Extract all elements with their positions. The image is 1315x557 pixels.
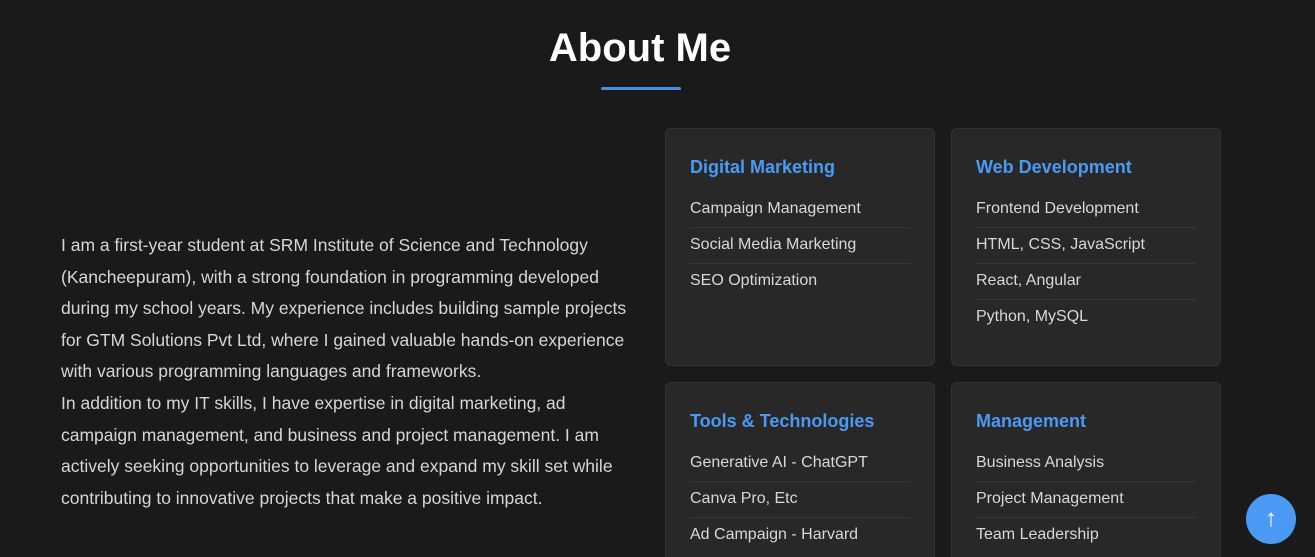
skill-list: Campaign Management Social Media Marketi… bbox=[690, 192, 910, 299]
skill-card-title: Digital Marketing bbox=[690, 157, 836, 177]
bio-paragraph: In addition to my IT skills, I have expe… bbox=[61, 392, 613, 508]
skill-item: Social Media Marketing bbox=[690, 228, 910, 264]
about-section: About Me I am a first-year student at SR… bbox=[0, 0, 1315, 557]
arrow-up-icon: ↑ bbox=[1265, 505, 1277, 532]
scroll-to-top-button[interactable]: ↑ bbox=[1246, 494, 1296, 544]
skill-item: Python, MySQL bbox=[976, 308, 1089, 325]
skill-item: Frontend Development bbox=[976, 192, 1196, 228]
skill-card-management: Management Business Analysis Project Man… bbox=[951, 382, 1221, 557]
skill-item: Campaign Management bbox=[690, 192, 910, 228]
skill-item: Generative AI - ChatGPT bbox=[690, 446, 910, 482]
skill-item: Business Analysis bbox=[976, 446, 1196, 482]
skill-item: React, Angular bbox=[976, 264, 1196, 300]
skill-card-title: Tools & Technologies bbox=[690, 411, 875, 431]
skill-item: Ad Campaign - Harvard bbox=[690, 526, 859, 543]
skill-list: Frontend Development HTML, CSS, JavaScri… bbox=[976, 192, 1196, 335]
bio-text: I am a first-year student at SRM Institu… bbox=[61, 230, 631, 514]
skill-item: HTML, CSS, JavaScript bbox=[976, 228, 1196, 264]
skill-list: Business Analysis Project Management Tea… bbox=[976, 446, 1196, 553]
skill-card-digital-marketing: Digital Marketing Campaign Management So… bbox=[665, 128, 935, 366]
bio-paragraph: I am a first-year student at SRM Institu… bbox=[61, 235, 627, 382]
skill-item: Team Leadership bbox=[976, 526, 1099, 543]
title-underline bbox=[601, 87, 681, 90]
skill-card-title: Web Development bbox=[976, 157, 1132, 177]
skill-item: Canva Pro, Etc bbox=[690, 482, 910, 518]
skill-card-web-development: Web Development Frontend Development HTM… bbox=[951, 128, 1221, 366]
skill-list: Generative AI - ChatGPT Canva Pro, Etc A… bbox=[690, 446, 910, 553]
section-title: About Me bbox=[548, 26, 732, 70]
skill-card-title: Management bbox=[976, 411, 1087, 431]
skill-card-tools-technologies: Tools & Technologies Generative AI - Cha… bbox=[665, 382, 935, 557]
skill-item: SEO Optimization bbox=[690, 272, 818, 289]
skill-item: Project Management bbox=[976, 482, 1196, 518]
